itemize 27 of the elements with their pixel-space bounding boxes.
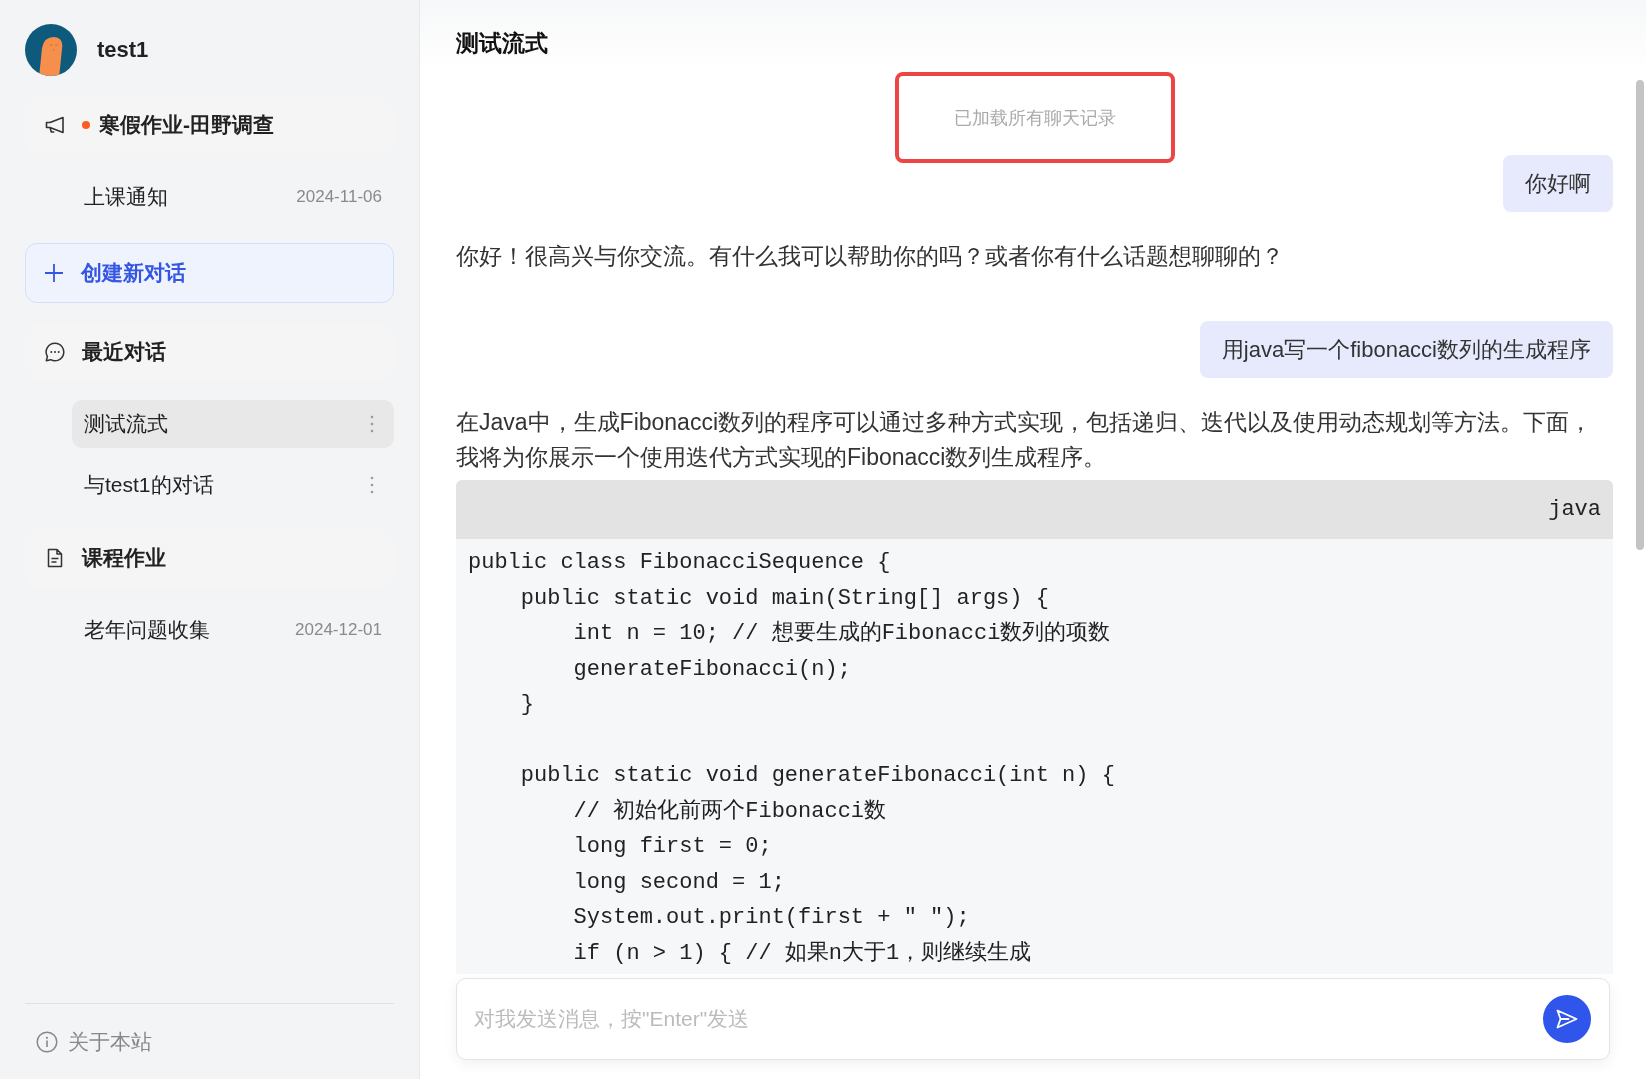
plus-icon [45, 264, 63, 282]
scrollbar-thumb[interactable] [1636, 80, 1644, 550]
new-chat-button[interactable]: 创建新对话 [25, 243, 394, 303]
message-input[interactable]: 对我发送消息，按"Enter"发送 [456, 978, 1610, 1060]
user-message-bubble: 你好啊 [1503, 155, 1613, 212]
more-options-icon[interactable] [370, 476, 374, 494]
code-text: public class FibonacciSequence { public static void main(String[] args) { int n = 10; // 想要生成的Fibonacci数列的项数 generateFibonacci(n); } public static void generateFibonacci(int n) { // 初始化前两个Fibonacci数 long first = 0; long second = 1; System.out.print(first + " "); if (n > 1) { // 如果n大于1，则继续生成 [467, 549, 1116, 968]
notice-item[interactable]: 上课通知 2024-11-06 [72, 173, 394, 221]
document-icon [45, 548, 65, 568]
info-icon [36, 1030, 58, 1053]
chat-history-item[interactable]: 测试流式 [72, 400, 394, 448]
history-loaded-notice: 已加载所有聊天记录 [953, 106, 1116, 130]
megaphone-icon [45, 115, 65, 135]
item-date: 2024-11-06 [296, 187, 382, 207]
avatar-icon [25, 24, 77, 76]
assistant-message-text: 在Java中，生成Fibonacci数列的程序可以通过多种方式实现，包括递归、迭代以及使用动态规划等方法。下面，我将为你展示一个使用迭代方式实现的Fibonacci数列生成程序。 [456, 408, 1594, 472]
more-options-icon[interactable] [370, 415, 374, 433]
item-date: 2024-12-01 [295, 620, 382, 640]
send-icon [1555, 1007, 1579, 1031]
chat-history-item[interactable]: 与test1的对话 [72, 461, 394, 509]
assistant-message-text: 你好！很高兴与你交流。有什么我可以帮助你的吗？或者你有什么话题想聊聊的？ [456, 242, 1285, 271]
chat-bubble-icon [45, 342, 65, 362]
assignment-item[interactable]: 老年问题收集 2024-12-01 [72, 606, 394, 654]
code-language-label: java [1548, 497, 1601, 522]
chat-title: 测试流式 [456, 29, 548, 58]
user-message-bubble: 用java写一个fibonacci数列的生成程序 [1199, 321, 1613, 378]
username: test1 [97, 37, 149, 63]
